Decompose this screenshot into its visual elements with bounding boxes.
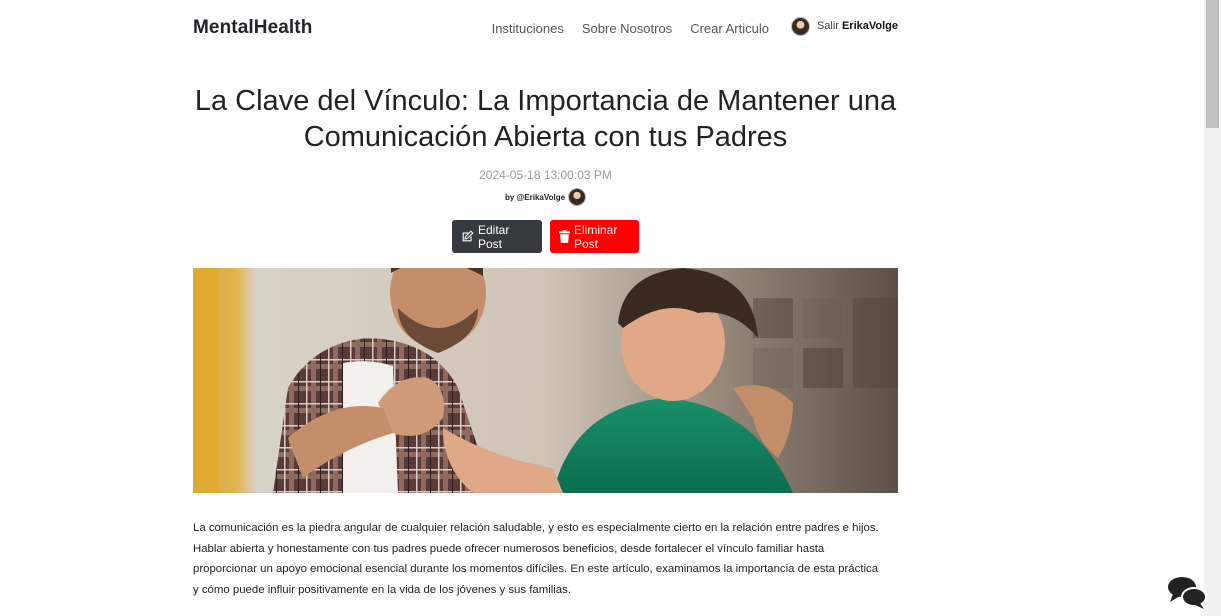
post-actions: Editar Post Eliminar Post xyxy=(193,220,898,253)
author-avatar xyxy=(568,188,587,206)
author-label[interactable]: by @ErikaVolge xyxy=(505,193,565,202)
username: ErikaVolge xyxy=(841,20,898,32)
avatar[interactable] xyxy=(790,16,810,36)
scrollbar[interactable] xyxy=(1204,0,1221,616)
pencil-square-icon xyxy=(461,230,474,243)
post-body: La comunicación es la piedra angular de … xyxy=(193,522,879,596)
edit-post-button[interactable]: Editar Post xyxy=(452,220,542,253)
scrollbar-thumb[interactable] xyxy=(1206,0,1219,128)
hero-photo-illustration xyxy=(193,268,898,493)
brand-logo[interactable]: MentalHealth xyxy=(193,17,312,39)
post-title: La Clave del Vínculo: La Importancia de … xyxy=(194,85,897,153)
nav-links: Instituciones Sobre Nosotros Crear Artic… xyxy=(474,16,898,38)
post-date: 2024-05-18 13:00:03 PM xyxy=(479,168,612,182)
page-container: MentalHealth Instituciones Sobre Nosotro… xyxy=(193,0,898,600)
user-menu[interactable]: Salir ErikaVolge xyxy=(790,16,898,36)
delete-post-button[interactable]: Eliminar Post xyxy=(550,220,639,253)
trash-icon xyxy=(559,230,570,243)
nav-link-instituciones[interactable]: Instituciones xyxy=(492,21,564,36)
logout-link[interactable]: Salir xyxy=(817,20,839,32)
chat-bubbles-icon[interactable] xyxy=(1167,574,1207,610)
delete-post-label: Eliminar Post xyxy=(574,222,618,251)
nav-link-crear-articulo[interactable]: Crear Articulo xyxy=(690,21,769,36)
nav-link-sobre-nosotros[interactable]: Sobre Nosotros xyxy=(582,21,672,36)
edit-post-label: Editar Post xyxy=(478,222,510,251)
navbar: MentalHealth Instituciones Sobre Nosotro… xyxy=(193,0,898,56)
post-byline: by @ErikaVolge xyxy=(193,188,898,206)
post-hero-image xyxy=(193,268,898,493)
